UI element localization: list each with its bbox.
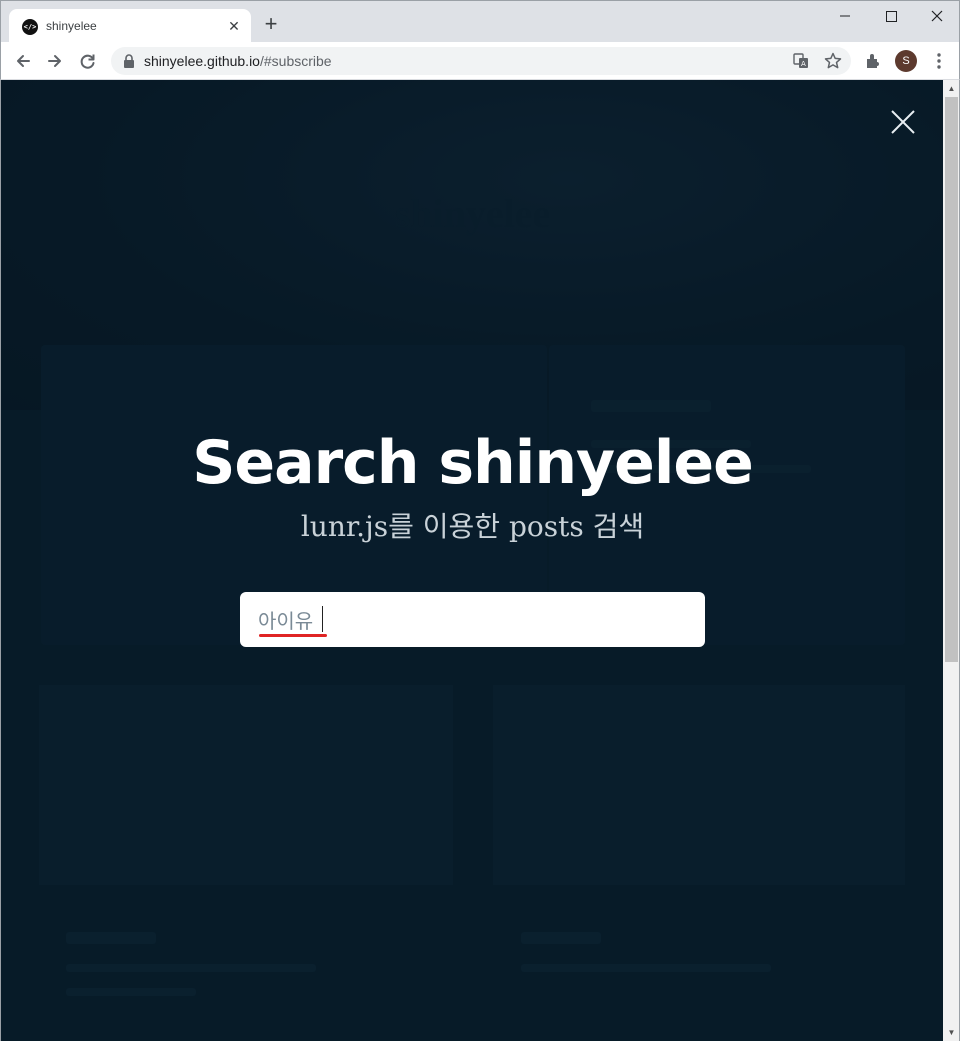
favicon-icon: </>: [22, 19, 38, 35]
scroll-down-icon[interactable]: ▼: [943, 1024, 960, 1041]
url-host: shinyelee.github.io: [144, 53, 260, 69]
arrow-left-icon: [17, 55, 30, 67]
url-path: /#subscribe: [259, 53, 332, 69]
scroll-thumb[interactable]: [945, 97, 958, 662]
url-text: shinyelee.github.io/#subscribe: [144, 53, 332, 69]
svg-text:A: A: [801, 60, 806, 68]
search-subtitle: lunr.js를 이용한 posts 검색: [300, 510, 645, 543]
tab-close-icon[interactable]: ✕: [225, 17, 243, 35]
new-tab-button[interactable]: +: [259, 13, 283, 37]
extensions-icon[interactable]: [863, 51, 883, 71]
arrow-right-icon: [48, 55, 61, 67]
window-close-button[interactable]: [914, 1, 960, 31]
reload-icon: [80, 54, 95, 69]
back-button[interactable]: [10, 48, 36, 74]
browser-toolbar: shinyelee.github.io/#subscribe A S: [0, 42, 960, 80]
address-bar[interactable]: shinyelee.github.io/#subscribe A: [111, 47, 851, 75]
scrollbar[interactable]: ▲ ▼: [943, 80, 960, 1041]
tab-title: shinyelee: [46, 19, 97, 33]
search-box[interactable]: [240, 592, 705, 647]
spellcheck-underline: [259, 634, 327, 637]
window-close-icon: [931, 10, 943, 22]
browser-tab[interactable]: </> shinyelee ✕: [9, 9, 251, 43]
maximize-button[interactable]: [868, 1, 914, 31]
title-bar: </> shinyelee ✕ +: [0, 0, 960, 43]
profile-avatar[interactable]: S: [895, 50, 917, 72]
reload-button[interactable]: [75, 48, 101, 74]
minimize-icon: [840, 15, 850, 17]
minimize-button[interactable]: [822, 1, 868, 31]
search-overlay: Search shinyelee lunr.js를 이용한 posts 검색: [1, 80, 943, 1041]
close-icon[interactable]: [889, 108, 917, 136]
translate-icon[interactable]: A: [791, 51, 811, 71]
scroll-up-icon[interactable]: ▲: [943, 80, 960, 97]
search-title: Search shinyelee: [192, 428, 754, 498]
forward-button[interactable]: [42, 48, 68, 74]
maximize-icon: [886, 11, 897, 22]
star-icon[interactable]: [823, 51, 843, 71]
page-viewport: shinyelee Search shinyelee lunr.js를 이용한 …: [0, 80, 943, 1041]
more-vert-icon[interactable]: [929, 51, 949, 71]
lock-icon: [124, 54, 134, 68]
text-caret: [322, 606, 323, 632]
